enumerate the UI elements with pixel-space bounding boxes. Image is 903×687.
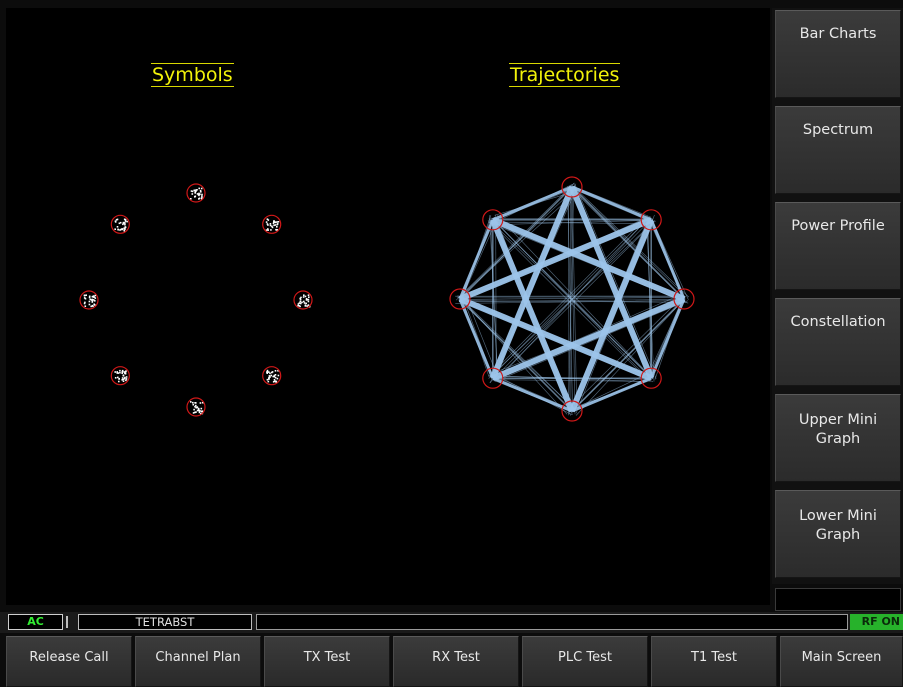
t1-test-button[interactable]: T1 Test (651, 636, 777, 687)
ac-indicator: AC (8, 614, 63, 630)
plc-test-button[interactable]: PLC Test (522, 636, 648, 687)
spectrum-button[interactable]: Spectrum (775, 106, 901, 194)
sidebar-blank-slot (775, 588, 901, 611)
lower-mini-graph-label-line1: Lower Mini (799, 508, 877, 524)
symbol-cluster (186, 397, 206, 417)
symbol-cluster (79, 290, 99, 310)
mode-name-field: TETRABST (78, 614, 252, 630)
rx-test-button[interactable]: RX Test (393, 636, 519, 687)
trajectory-lines (455, 182, 690, 416)
tx-test-button[interactable]: TX Test (264, 636, 390, 687)
lower-mini-graph-button[interactable]: Lower Mini Graph (775, 490, 901, 578)
symbol-cluster (110, 214, 130, 234)
bar-charts-button[interactable]: Bar Charts (775, 10, 901, 98)
spectrum-label: Spectrum (802, 122, 874, 138)
plc-test-label: PLC Test (558, 650, 612, 665)
bar-charts-label: Bar Charts (799, 26, 877, 42)
symbol-cluster (262, 214, 282, 234)
symbol-cluster (110, 366, 130, 386)
upper-mini-graph-button[interactable]: Upper Mini Graph (775, 394, 901, 482)
trajectories-title: Trajectories (509, 63, 621, 87)
symbols-title: Symbols (151, 63, 234, 87)
constellation-button[interactable]: Constellation (775, 298, 901, 386)
t1-test-label: T1 Test (691, 650, 737, 665)
channel-plan-button[interactable]: Channel Plan (135, 636, 261, 687)
power-profile-button[interactable]: Power Profile (775, 202, 901, 290)
status-bar: AC TETRABST RF ON (0, 612, 903, 633)
tx-test-label: TX Test (303, 650, 351, 665)
upper-mini-graph-label-line2: Graph (815, 431, 861, 447)
measurement-display: Symbols Trajectories (6, 8, 770, 605)
upper-mini-graph-label-line1: Upper Mini (798, 412, 878, 428)
status-separator (66, 616, 72, 628)
lower-mini-graph-label-line2: Graph (815, 527, 861, 543)
power-profile-label: Power Profile (791, 218, 885, 234)
rx-test-label: RX Test (432, 650, 480, 665)
message-field (256, 614, 848, 630)
symbol-cluster (293, 290, 313, 310)
right-softkey-panel: Bar Charts Spectrum Power Profile Conste… (772, 8, 903, 584)
release-call-button[interactable]: Release Call (6, 636, 132, 687)
release-call-label: Release Call (29, 650, 109, 665)
rf-on-indicator: RF ON (850, 614, 903, 630)
bottom-softkey-bar: Release Call Channel Plan TX Test RX Tes… (0, 634, 903, 687)
symbol-marker-circle (110, 366, 130, 386)
symbol-marker-circle (293, 290, 313, 310)
channel-plan-label: Channel Plan (155, 650, 241, 665)
main-screen-button[interactable]: Main Screen (780, 636, 903, 687)
constellation-label: Constellation (790, 314, 886, 330)
symbols-title-text: Symbols (151, 63, 234, 87)
symbol-cluster (262, 366, 282, 386)
constellation-plots (79, 176, 695, 422)
symbol-cluster (186, 183, 206, 203)
trajectories-title-text: Trajectories (509, 63, 621, 87)
main-screen-label: Main Screen (801, 650, 882, 665)
